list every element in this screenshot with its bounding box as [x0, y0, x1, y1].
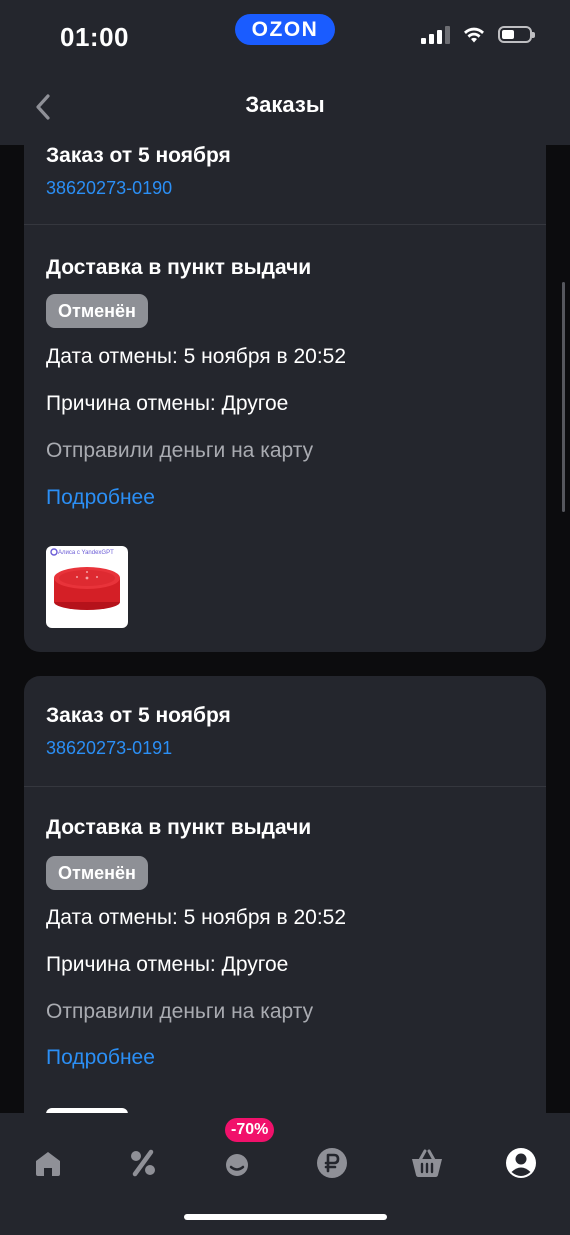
status-badge: Отменён [46, 856, 148, 890]
percent-icon [131, 1149, 155, 1177]
top-bar: 01:00 OZON Заказы [0, 0, 570, 145]
speaker-image [50, 548, 120, 610]
cancel-date: Дата отмены: 5 ноября в 20:52 [46, 345, 347, 368]
refund-note: Отправили деньги на карту [46, 439, 314, 462]
delivery-type: Доставка в пункт выдачи [46, 256, 312, 279]
scrollbar[interactable] [562, 282, 565, 512]
profile-icon [506, 1148, 536, 1178]
orders-list[interactable]: Заказ от 5 ноября 38620273-0190 Доставка… [0, 0, 570, 1235]
nav-home[interactable] [18, 1133, 78, 1193]
product-thumb-label: Алиса с YandexGPT [58, 550, 114, 556]
order-card[interactable]: Заказ от 5 ноября 38620273-0191 Доставка… [24, 676, 546, 1176]
status-icons [421, 24, 535, 44]
home-indicator [184, 1214, 387, 1220]
cancel-reason: Причина отмены: Другое [46, 953, 289, 976]
basket-icon [412, 1149, 442, 1177]
refund-note: Отправили деньги на карту [46, 1000, 314, 1023]
ruble-icon [317, 1148, 347, 1178]
page-title: Заказы [245, 92, 325, 117]
battery-icon [498, 25, 535, 43]
order-number-link[interactable]: 38620273-0191 [46, 738, 172, 759]
nav-finance[interactable] [302, 1133, 362, 1193]
order-number-link[interactable]: 38620273-0190 [46, 178, 172, 199]
order-title: Заказ от 5 ноября [46, 144, 231, 167]
home-icon [36, 1152, 60, 1176]
cancel-reason: Причина отмены: Другое [46, 392, 289, 415]
delivery-type: Доставка в пункт выдачи [46, 816, 312, 839]
cellular-signal-icon [421, 24, 450, 44]
fresh-icon [226, 1154, 248, 1176]
nav-fresh[interactable] [207, 1133, 267, 1193]
divider [24, 786, 546, 787]
order-title: Заказ от 5 ноября [46, 704, 231, 727]
status-badge: Отменён [46, 294, 148, 328]
details-link[interactable]: Подробнее [46, 486, 155, 510]
cancel-date: Дата отмены: 5 ноября в 20:52 [46, 906, 347, 929]
wifi-icon [464, 27, 484, 42]
status-time: 01:00 [60, 22, 129, 52]
order-card[interactable]: Заказ от 5 ноября 38620273-0190 Доставка… [24, 90, 546, 652]
nav-profile[interactable] [491, 1133, 551, 1193]
product-thumbnail[interactable]: Алиса с YandexGPT [46, 546, 128, 628]
nav-cart[interactable] [397, 1133, 457, 1193]
ozon-logo: OZON [235, 14, 335, 45]
details-link[interactable]: Подробнее [46, 1046, 155, 1070]
divider [24, 224, 546, 225]
orders-screen: 01:00 OZON Заказы Заказ от 5 ноября 3862… [0, 0, 570, 1235]
nav-promo[interactable] [113, 1133, 173, 1193]
promo-badge: -70% [225, 1118, 275, 1142]
